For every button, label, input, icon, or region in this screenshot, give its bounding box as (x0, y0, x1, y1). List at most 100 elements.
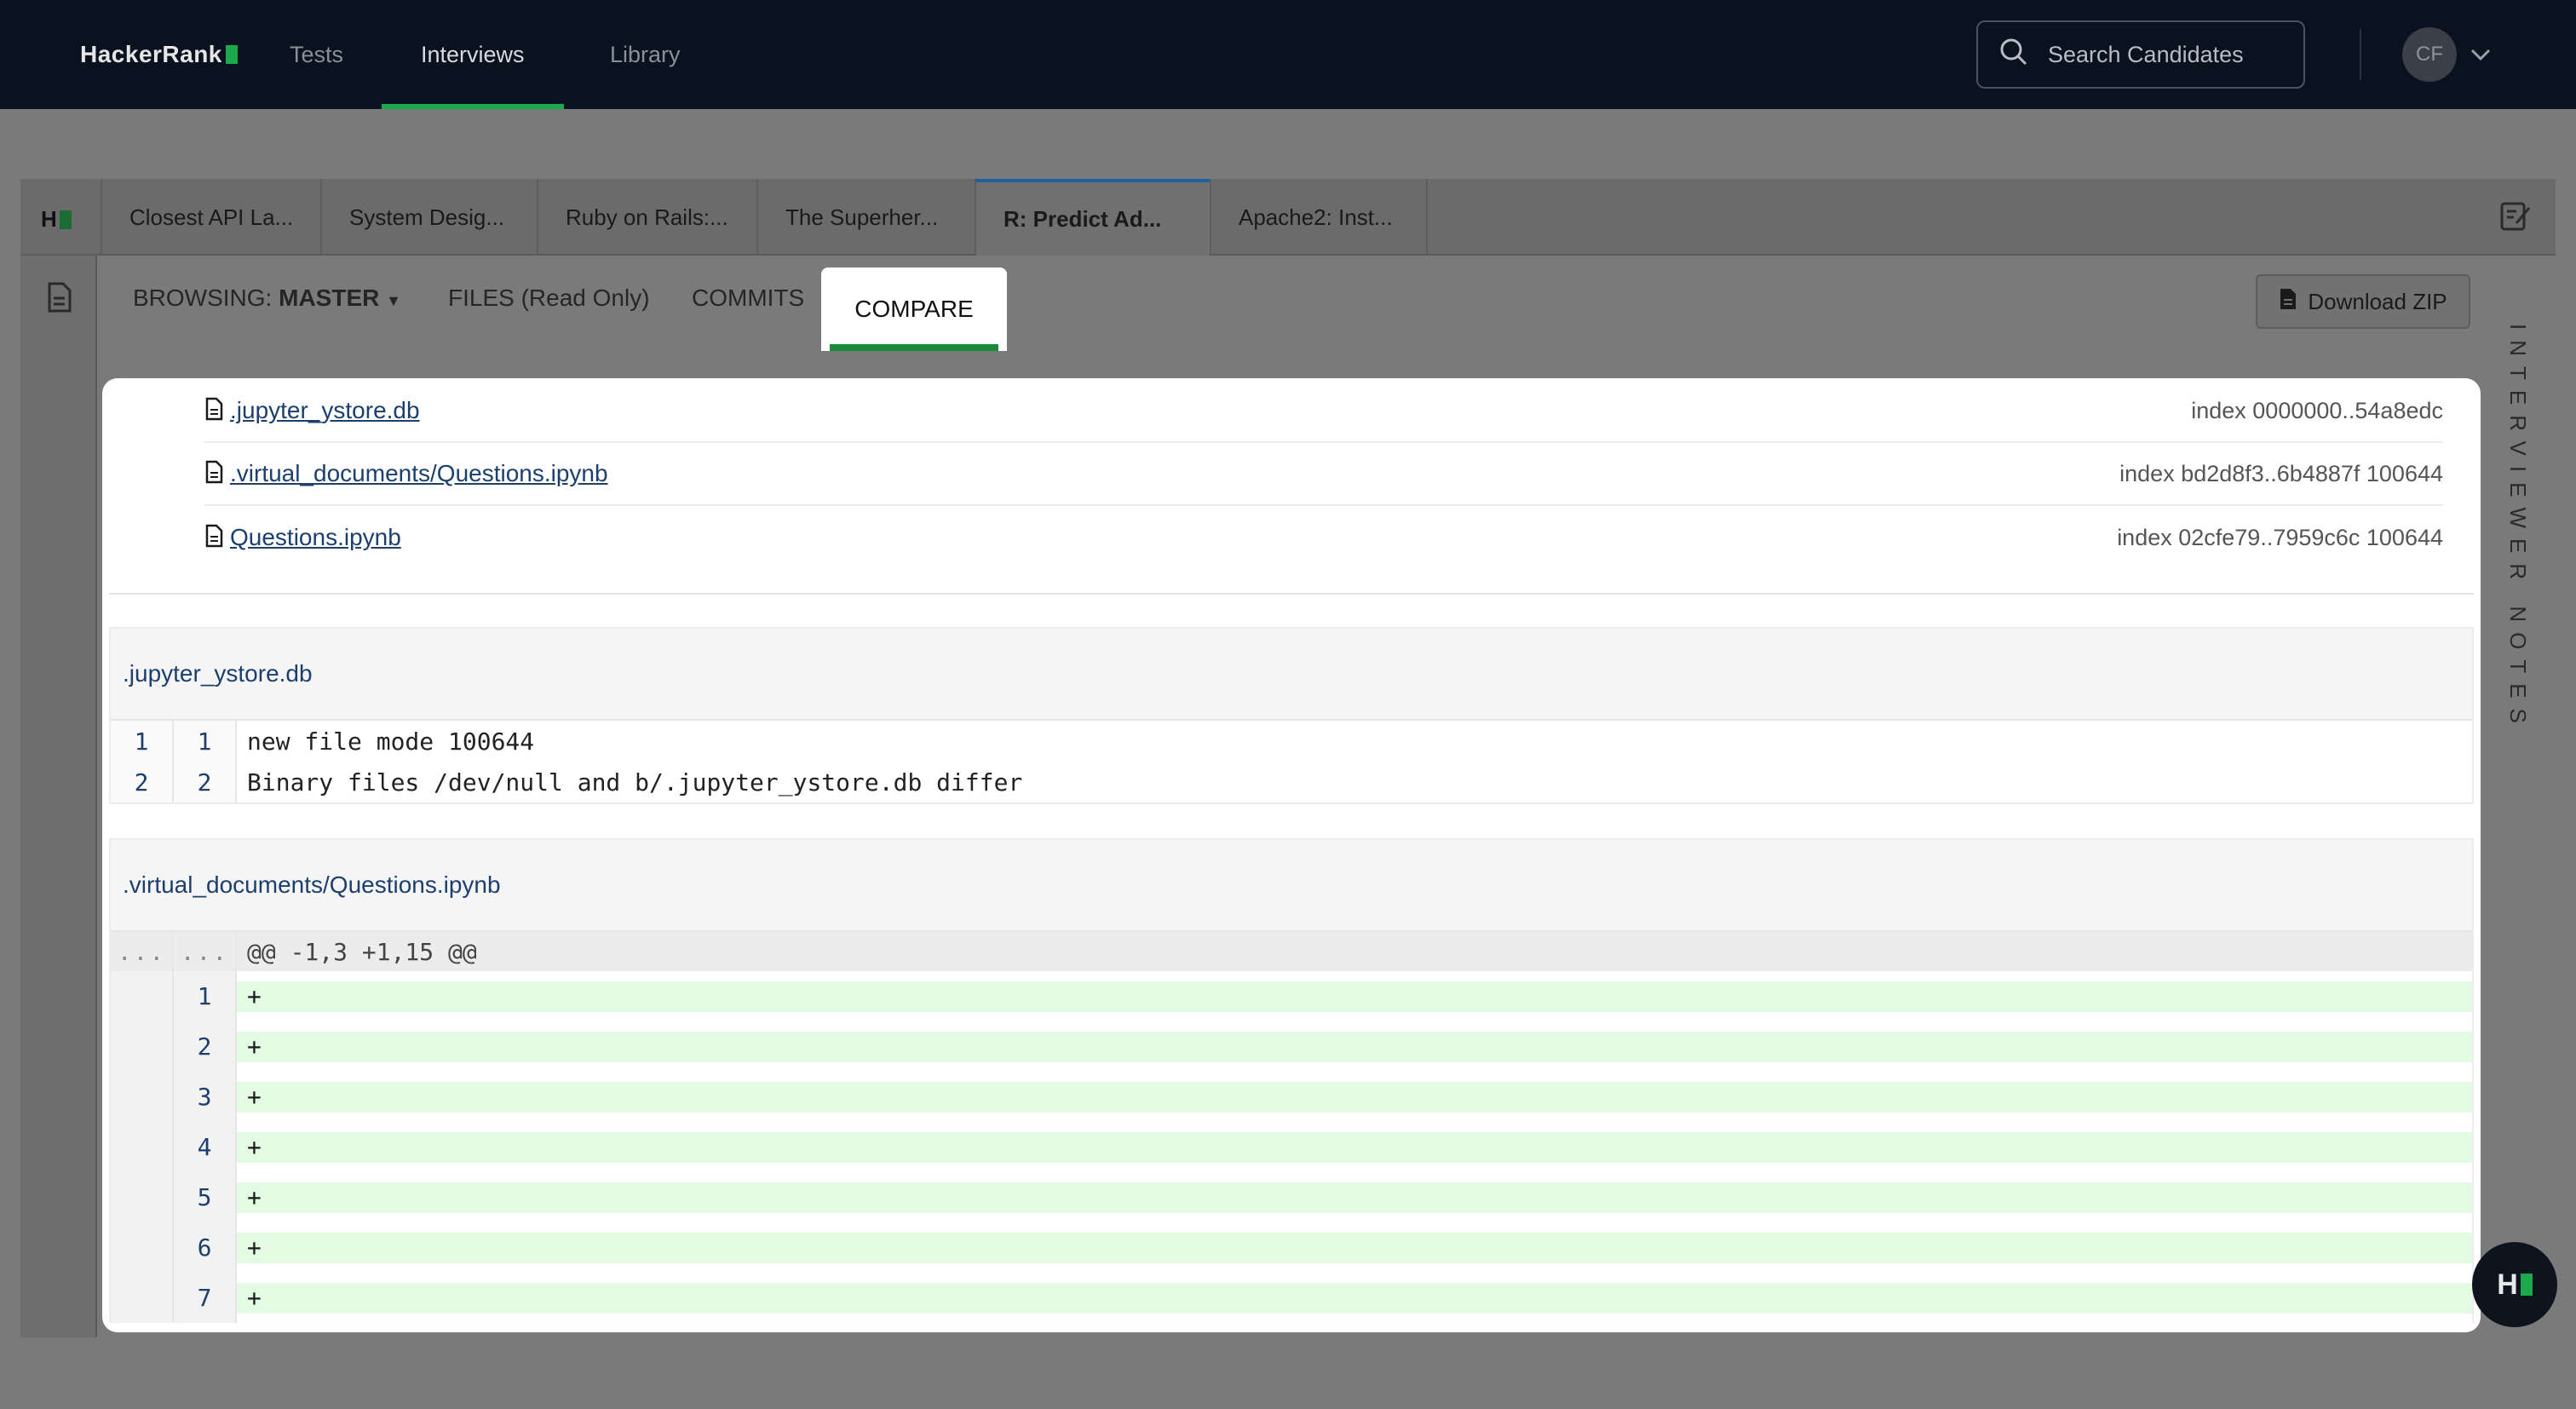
branch-selector[interactable]: BROWSING: MASTER ▼ (133, 285, 401, 312)
old-line-number: 2 (111, 762, 174, 802)
added-line-text: + (237, 1131, 2472, 1163)
old-line-number (111, 1172, 174, 1222)
hunk-expand-new[interactable]: ... (174, 932, 237, 971)
hackerrank-mini-logo: H (41, 206, 72, 233)
browsing-label: BROWSING: (133, 285, 273, 311)
new-line-number: 3 (174, 1072, 237, 1122)
navbar-divider (2360, 29, 2361, 80)
new-line-number: 1 (174, 971, 237, 1021)
nav-library[interactable]: Library (610, 0, 681, 109)
chevron-down-icon[interactable] (2469, 43, 2493, 71)
mini-logo-square (59, 210, 72, 229)
download-zip-button[interactable]: Download ZIP (2256, 274, 2470, 329)
added-line: 5 + (111, 1172, 2472, 1222)
old-line-number (111, 1021, 174, 1072)
hunk-range-text: @@ -1,3 +1,15 @@ (247, 937, 477, 966)
help-button-label: H (2497, 1268, 2518, 1301)
tab-interview[interactable]: Apache2: Inst... (1210, 179, 1428, 256)
file-diff: .jupyter_ystore.db 1 1 new file mode 100… (109, 627, 2474, 804)
changed-file-link[interactable]: Questions.ipynb (230, 524, 401, 551)
top-navbar: HackerRank Tests Interviews Library Sear… (0, 0, 2576, 109)
nav-tests[interactable]: Tests (290, 0, 343, 109)
tab-interview-active[interactable]: R: Predict Ad... (975, 179, 1210, 256)
new-line-number: 5 (174, 1172, 237, 1222)
help-chat-button[interactable]: H (2472, 1242, 2557, 1327)
added-line-text: + (237, 981, 2472, 1012)
tab-label: Ruby on Rails:... (566, 204, 728, 230)
caret-down-icon: ▼ (386, 292, 401, 309)
added-line: 7 + (111, 1273, 2472, 1323)
added-line-text: + (237, 1031, 2472, 1062)
nav-tests-label: Tests (290, 41, 344, 67)
file-index-hash: index bd2d8f3..6b4887f 100644 (2119, 460, 2443, 486)
new-line-number: 1 (174, 721, 237, 762)
added-line-text: + (237, 1182, 2472, 1213)
old-line-number (111, 1273, 174, 1323)
logo-text: HackerRank (80, 41, 222, 67)
file-icon[interactable] (46, 281, 73, 318)
added-line: 2 + (111, 1021, 2472, 1072)
search-candidates-input[interactable]: Search Candidates (1976, 20, 2305, 89)
new-line-number: 7 (174, 1273, 237, 1323)
logo-square (225, 45, 238, 64)
search-placeholder: Search Candidates (2048, 41, 2244, 67)
old-line-number (111, 1122, 174, 1172)
file-icon (204, 460, 223, 488)
avatar-initials: CF (2416, 43, 2443, 66)
tab-interview[interactable]: The Superher... (756, 179, 976, 256)
download-zip-label: Download ZIP (2308, 288, 2447, 314)
tab-label: Apache2: Inst... (1239, 204, 1393, 230)
added-line-text: + (237, 1282, 2472, 1314)
new-line-number: 6 (174, 1222, 237, 1273)
commits-tab-label: COMMITS (692, 285, 805, 311)
new-line-number: 2 (174, 1021, 237, 1072)
hunk-expand-old[interactable]: ... (111, 932, 174, 971)
added-line: 6 + (111, 1222, 2472, 1273)
file-index-hash: index 02cfe79..7959c6c 100644 (2117, 524, 2443, 550)
compare-tab[interactable]: COMPARE (821, 267, 1007, 351)
interview-tab-strip: H Closest API La... System Desig... Ruby… (20, 179, 2556, 256)
changed-file-link[interactable]: .jupyter_ystore.db (230, 397, 420, 424)
file-download-icon (2279, 287, 2297, 317)
added-line: 4 + (111, 1122, 2472, 1172)
file-icon (204, 397, 223, 425)
help-logo-square (2520, 1274, 2533, 1296)
notes-edit-icon[interactable] (2498, 198, 2533, 238)
changed-file-row: Questions.ipynb index 02cfe79..7959c6c 1… (204, 506, 2443, 569)
nav-interviews[interactable]: Interviews (382, 0, 564, 109)
changed-file-row: .virtual_documents/Questions.ipynb index… (204, 443, 2443, 506)
new-line-number: 2 (174, 762, 237, 802)
hackerrank-logo[interactable]: HackerRank (80, 41, 238, 68)
search-icon (1998, 37, 2029, 73)
old-line-number (111, 1072, 174, 1122)
nav-library-label: Library (610, 41, 681, 67)
added-line-text: + (237, 1232, 2472, 1263)
compare-panel: .jupyter_ystore.db index 0000000..54a8ed… (102, 378, 2481, 1332)
avatar[interactable]: CF (2402, 27, 2457, 82)
file-icon (204, 524, 223, 552)
compare-tab-label: COMPARE (854, 296, 974, 322)
tab-label: System Desig... (349, 204, 505, 230)
diff-line-text: Binary files /dev/null and b/.jupyter_ys… (247, 768, 1023, 797)
diff-file-header[interactable]: .jupyter_ystore.db (111, 629, 2472, 721)
old-line-number (111, 971, 174, 1021)
branch-name: MASTER (279, 285, 380, 311)
new-line-number: 4 (174, 1122, 237, 1172)
tab-interview[interactable]: System Desig... (320, 179, 542, 256)
changed-file-link[interactable]: .virtual_documents/Questions.ipynb (230, 460, 608, 487)
files-tab-label: FILES (Read Only) (448, 285, 650, 311)
old-line-number (111, 1222, 174, 1273)
diff-file-header[interactable]: .virtual_documents/Questions.ipynb (111, 840, 2472, 932)
commits-tab[interactable]: COMMITS (692, 285, 804, 312)
added-line: 3 + (111, 1072, 2472, 1122)
diff-hunk-header[interactable]: ... ... @@ -1,3 +1,15 @@ (111, 932, 2472, 971)
code-subnav: BROWSING: MASTER ▼ FILES (Read Only) COM… (107, 256, 2472, 349)
files-tab[interactable]: FILES (Read Only) (448, 285, 650, 312)
left-sidebar (20, 256, 97, 1337)
old-line-number: 1 (111, 721, 174, 762)
diff-line: 2 2 Binary files /dev/null and b/.jupyte… (111, 762, 2472, 802)
tab-interview[interactable]: Ruby on Rails:... (537, 179, 756, 256)
tab-label: Closest API La... (129, 204, 294, 230)
tab-interview[interactable]: Closest API La... (101, 179, 341, 256)
interviewer-notes-label[interactable]: INTERVIEWER NOTES (2504, 324, 2531, 733)
